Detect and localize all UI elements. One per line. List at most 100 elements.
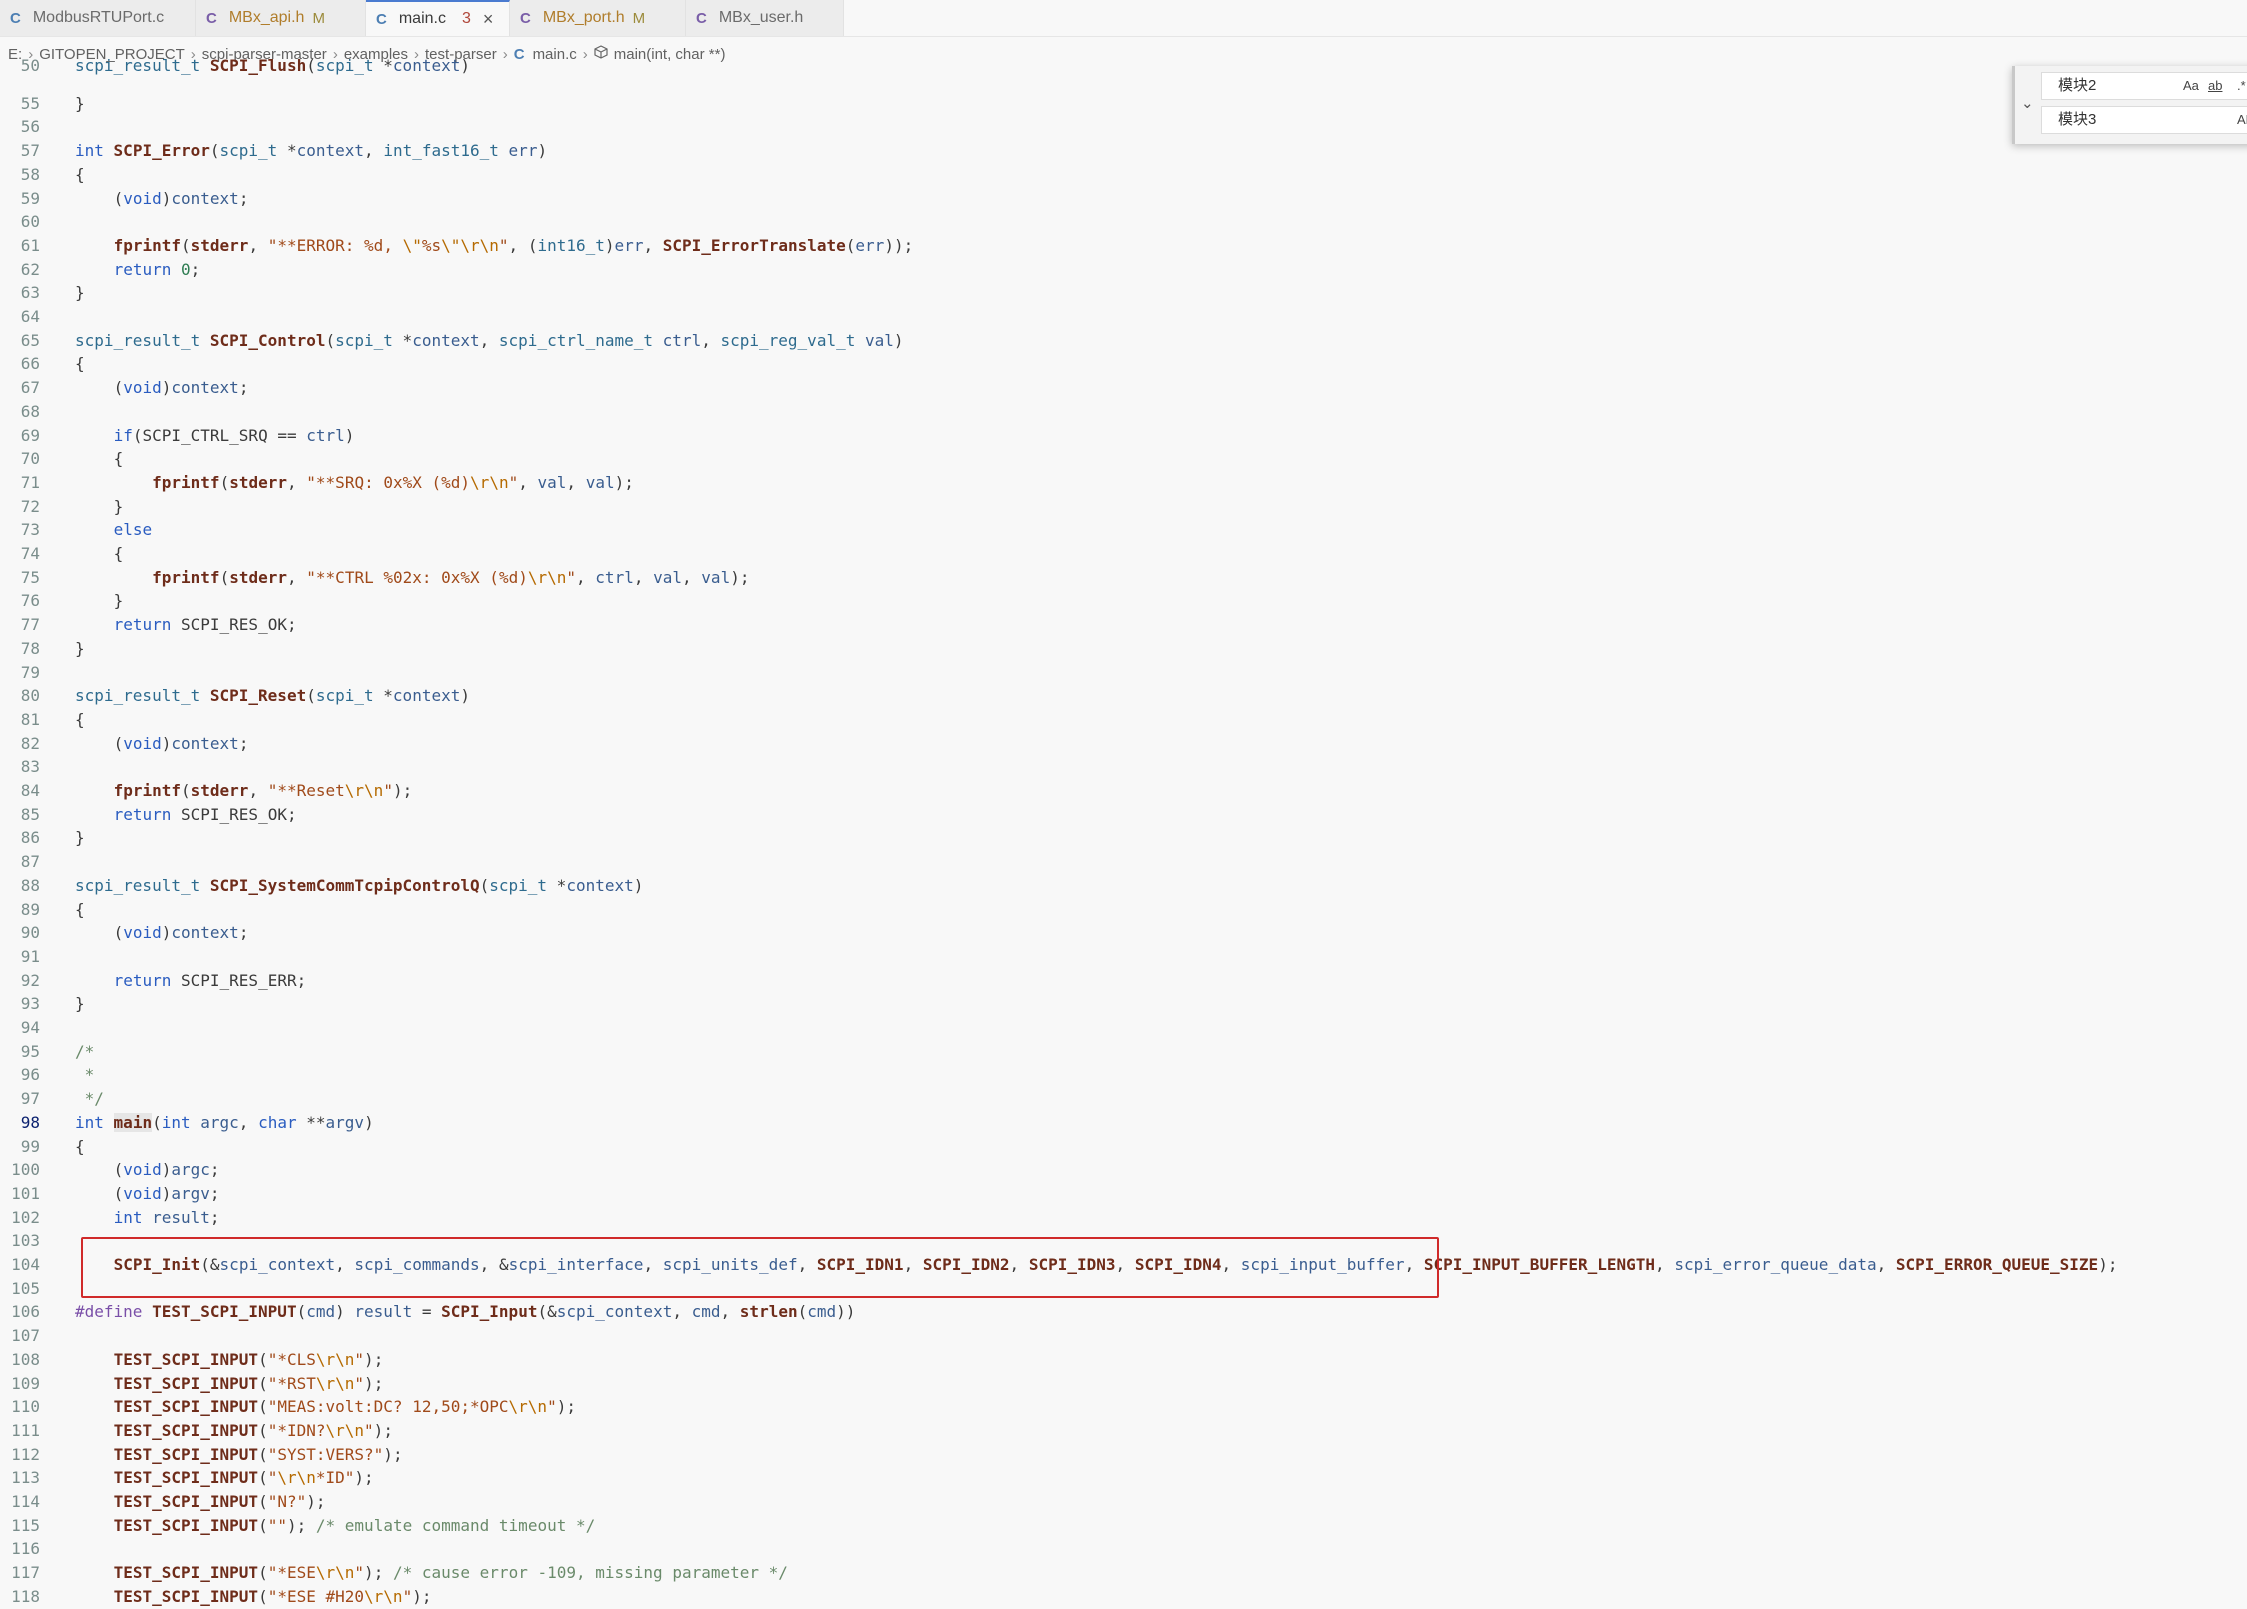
whole-word-toggle[interactable]: ab xyxy=(2208,78,2222,93)
line-number: 70 xyxy=(20,449,40,469)
code-line[interactable]: 101 (void)argv; xyxy=(0,1182,2247,1206)
tab-mbx-port-h[interactable]: C MBx_port.h M xyxy=(510,0,686,36)
code-line[interactable]: 108 TEST_SCPI_INPUT("*CLS\r\n"); xyxy=(0,1348,2247,1372)
code-line[interactable]: 72 } xyxy=(0,495,2247,519)
code-line[interactable]: 86} xyxy=(0,826,2247,850)
code-text: (void)argc; xyxy=(113,1160,220,1180)
code-line[interactable]: 106 #define TEST_SCPI_INPUT(cmd) result =… xyxy=(0,1300,2247,1324)
code-line[interactable]: 64 xyxy=(0,305,2247,329)
code-line[interactable]: 76 } xyxy=(0,589,2247,613)
code-line[interactable]: 77 return SCPI_RES_OK; xyxy=(0,613,2247,637)
code-line[interactable]: 75 fprintf(stderr, "**CTRL %02x: 0x%X (%… xyxy=(0,566,2247,590)
code-line[interactable]: 81 { xyxy=(0,708,2247,732)
line-number: 56 xyxy=(20,117,40,137)
code-line[interactable]: 98 int main(int argc, char **argv) xyxy=(0,1111,2247,1135)
code-text: { xyxy=(75,899,85,919)
code-line[interactable]: 62 return 0; xyxy=(0,258,2247,282)
code-line[interactable]: 87 xyxy=(0,850,2247,874)
line-number: 55 xyxy=(20,93,40,113)
code-line[interactable]: 63} xyxy=(0,281,2247,305)
code-line[interactable]: 80 scpi_result_t SCPI_Reset(scpi_t *conte… xyxy=(0,684,2247,708)
code-line[interactable]: 110 TEST_SCPI_INPUT("MEAS:volt:DC? 12,50… xyxy=(0,1395,2247,1419)
code-line[interactable]: 58 { xyxy=(0,163,2247,187)
tab-main-c[interactable]: C main.c 3 × xyxy=(366,0,510,36)
tab-mbx-user-h[interactable]: C MBx_user.h xyxy=(686,0,844,36)
code-line[interactable]: 61 fprintf(stderr, "**ERROR: %d, \"%s\"\… xyxy=(0,234,2247,258)
line-number: 104 xyxy=(11,1255,40,1274)
code-line[interactable]: 57 int SCPI_Error(scpi_t *context, int_fa… xyxy=(0,139,2247,163)
code-line[interactable]: 118 TEST_SCPI_INPUT("*ESE #H20\r\n"); xyxy=(0,1585,2247,1609)
code-text: } xyxy=(75,283,85,303)
code-text: fprintf(stderr, "**Reset\r\n"); xyxy=(113,781,413,800)
code-line[interactable]: 117 TEST_SCPI_INPUT("*ESE\r\n"); /* caus… xyxy=(0,1561,2247,1585)
tab-label: main.c xyxy=(398,10,446,27)
code-text: (void)context; xyxy=(113,733,249,753)
line-number: 69 xyxy=(20,425,40,445)
tab-mbx-api-h[interactable]: C MBx_api.h M xyxy=(196,0,366,36)
code-line[interactable]: 74 { xyxy=(0,542,2247,566)
code-line[interactable]: 92 return SCPI_RES_ERR; xyxy=(0,969,2247,993)
annotation-highlight-box xyxy=(81,1237,1439,1298)
replace-input[interactable]: 模块3 xyxy=(2041,106,2247,134)
code-line[interactable]: 69 if(SCPI_CTRL_SRQ == ctrl) xyxy=(0,424,2247,448)
code-line[interactable]: 100 (void)argc; xyxy=(0,1158,2247,1182)
code-line[interactable]: 107 xyxy=(0,1324,2247,1348)
code-line[interactable]: 90 (void)context; xyxy=(0,921,2247,945)
close-icon[interactable]: × xyxy=(483,10,494,28)
code-line[interactable]: 84 fprintf(stderr, "**Reset\r\n"); xyxy=(0,779,2247,803)
code-line[interactable]: 115 TEST_SCPI_INPUT(""); /* emulate comm… xyxy=(0,1514,2247,1538)
code-line[interactable]: 111 TEST_SCPI_INPUT("*IDN?\r\n"); xyxy=(0,1419,2247,1443)
code-line[interactable]: 113 TEST_SCPI_INPUT("\r\n*ID"); xyxy=(0,1466,2247,1490)
code-line[interactable]: 94 xyxy=(0,1016,2247,1040)
line-number: 78 xyxy=(20,638,40,658)
chevron-down-icon[interactable]: ⌄ xyxy=(2021,94,2034,112)
code-line[interactable]: 67 (void)context; xyxy=(0,376,2247,400)
code-line[interactable]: 91 xyxy=(0,945,2247,969)
tab-label: ModbusRTUPort.c xyxy=(32,9,165,26)
code-text: TEST_SCPI_INPUT("\r\n*ID"); xyxy=(113,1468,374,1488)
line-number: 98 xyxy=(20,1112,40,1132)
code-text: return SCPI_RES_ERR; xyxy=(113,970,307,990)
code-line[interactable]: 112 TEST_SCPI_INPUT("SYST:VERS?"); xyxy=(0,1443,2247,1467)
code-line[interactable]: 55} xyxy=(0,92,2247,116)
code-line[interactable]: 70 { xyxy=(0,447,2247,471)
line-number: 105 xyxy=(11,1278,40,1298)
code-line[interactable]: 102 int result; xyxy=(0,1206,2247,1230)
code-line[interactable]: 96 * xyxy=(0,1063,2247,1087)
code-line[interactable]: 73 else xyxy=(0,518,2247,542)
code-line[interactable]: 79 xyxy=(0,661,2247,685)
match-case-toggle[interactable]: Aa xyxy=(2183,78,2199,93)
code-line[interactable]: 66 { xyxy=(0,352,2247,376)
code-line[interactable]: 88 scpi_result_t SCPI_SystemCommTcpipCont… xyxy=(0,874,2247,898)
code-line[interactable]: 71 fprintf(stderr, "**SRQ: 0x%X (%d)\r\n… xyxy=(0,471,2247,495)
code-line[interactable]: 97 */ xyxy=(0,1087,2247,1111)
code-line[interactable]: 116 xyxy=(0,1537,2247,1561)
replace-all-button[interactable]: AB xyxy=(2237,112,2247,127)
code-text: #define TEST_SCPI_INPUT(cmd) result = SC… xyxy=(75,1302,856,1322)
code-line[interactable]: 83 xyxy=(0,755,2247,779)
line-number: 85 xyxy=(20,804,40,824)
code-line[interactable]: 95 /* xyxy=(0,1040,2247,1064)
code-line[interactable]: 78} xyxy=(0,637,2247,661)
code-line[interactable]: 89 { xyxy=(0,898,2247,922)
code-line[interactable]: 114 TEST_SCPI_INPUT("N?"); xyxy=(0,1490,2247,1514)
regex-toggle[interactable]: .* xyxy=(2237,78,2246,93)
code-line[interactable]: 99 { xyxy=(0,1135,2247,1159)
line-number: 108 xyxy=(11,1349,40,1369)
code-text: { xyxy=(75,1136,85,1156)
code-line[interactable]: 68 xyxy=(0,400,2247,424)
code-line[interactable]: 65 scpi_result_t SCPI_Control(scpi_t *con… xyxy=(0,329,2247,353)
code-line[interactable]: 93} xyxy=(0,992,2247,1016)
find-input-value: 模块2 xyxy=(2058,77,2097,94)
code-line[interactable]: 60 xyxy=(0,210,2247,234)
code-line[interactable]: 82 (void)context; xyxy=(0,732,2247,756)
code-text: int result; xyxy=(113,1207,220,1227)
code-line[interactable]: 85 return SCPI_RES_OK; xyxy=(0,803,2247,827)
line-number: 58 xyxy=(20,164,40,184)
code-line[interactable]: 109 TEST_SCPI_INPUT("*RST\r\n"); xyxy=(0,1372,2247,1396)
code-text: scpi_result_t SCPI_Flush(scpi_t *context… xyxy=(75,56,470,75)
code-line[interactable]: 50 scpi_result_t SCPI_Flush(scpi_t *conte… xyxy=(0,54,2247,78)
code-line[interactable]: 56 xyxy=(0,115,2247,139)
tab-modbusrtuport-c[interactable]: C ModbusRTUPort.c xyxy=(0,0,196,36)
code-line[interactable]: 59 (void)context; xyxy=(0,187,2247,211)
